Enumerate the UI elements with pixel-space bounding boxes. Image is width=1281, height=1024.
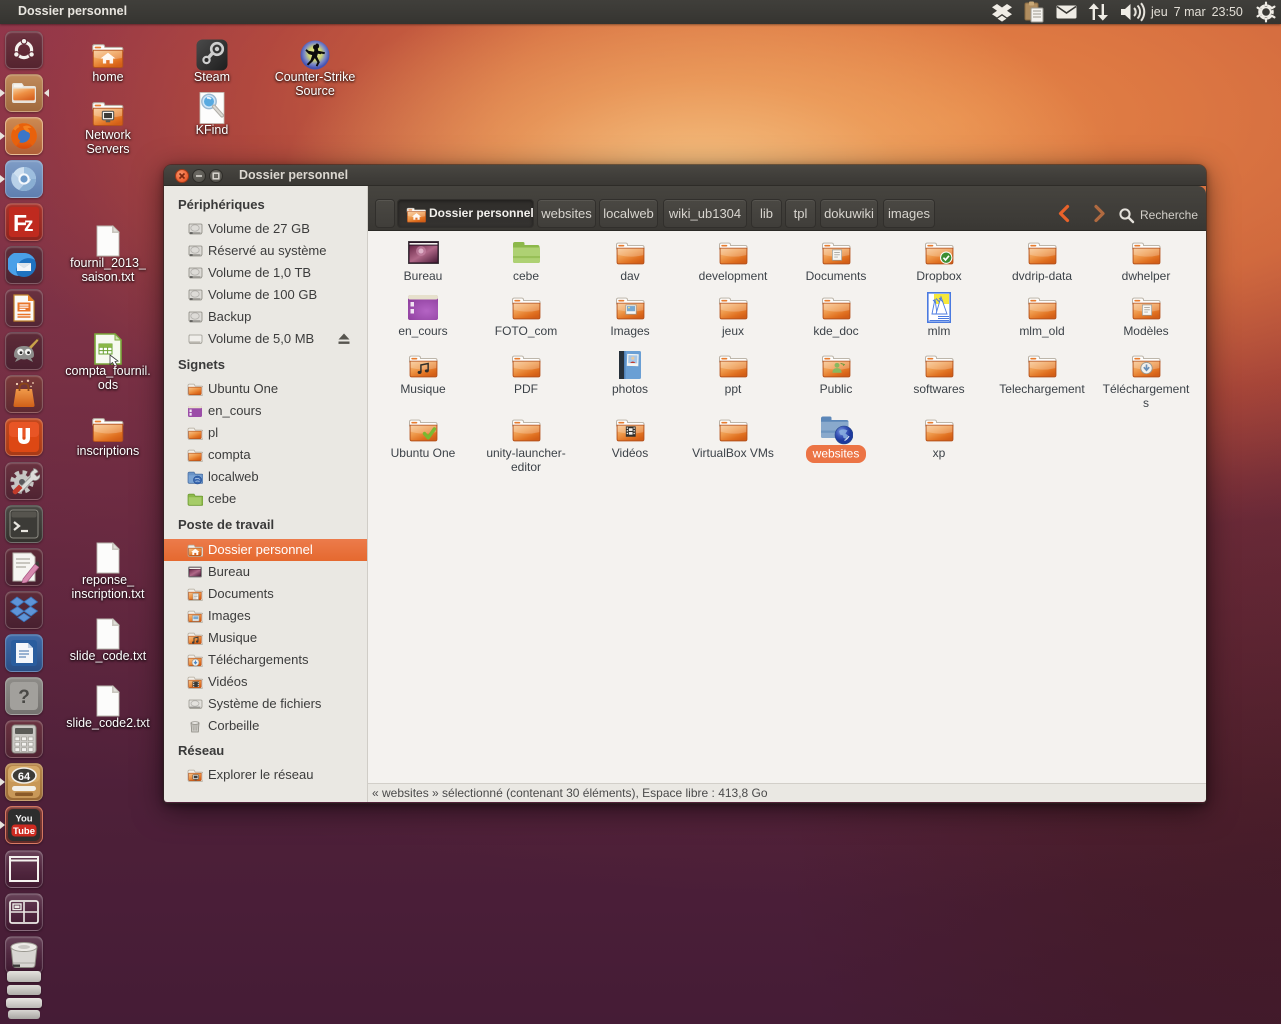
svg-text:z: z: [24, 215, 34, 236]
svg-text:Tube: Tube: [13, 826, 35, 837]
svg-text:?: ?: [18, 687, 30, 708]
svg-text:64: 64: [18, 771, 31, 783]
svg-text:You: You: [15, 814, 32, 825]
